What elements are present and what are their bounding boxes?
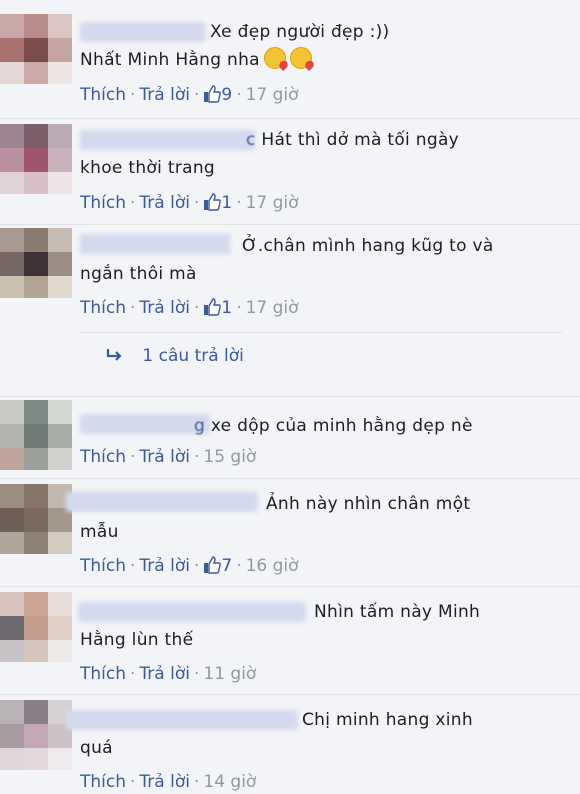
reply-link[interactable]: Trả lời: [139, 447, 190, 467]
comment-line: mẫu: [80, 522, 119, 542]
timestamp[interactable]: 14 giờ: [203, 772, 256, 792]
comment-actions: Thích · Trả lời · 15 giờ: [80, 447, 257, 467]
avatar[interactable]: [0, 700, 72, 770]
avatar[interactable]: [0, 14, 72, 84]
thumbs-up-icon[interactable]: [203, 193, 222, 211]
comment-text: Xe đẹp người đẹp :)) Nhất Minh Hằng nha: [80, 18, 560, 74]
reply-link[interactable]: Trả lời: [139, 85, 190, 105]
comment-text: c Hát thì dở mà tối ngày khoe thời trang: [80, 126, 560, 182]
comment-line: Nhất Minh Hằng nha: [80, 46, 560, 74]
reply-link[interactable]: Trả lời: [139, 556, 190, 576]
commenter-name-fragment[interactable]: c: [246, 130, 256, 150]
divider: [0, 586, 580, 587]
kiss-emoji-icon: [263, 47, 286, 69]
comment-feed: Xe đẹp người đẹp :)) Nhất Minh Hằng nha …: [0, 0, 580, 794]
avatar[interactable]: [0, 400, 72, 470]
divider: [0, 478, 580, 479]
like-count[interactable]: 1: [221, 193, 232, 213]
timestamp[interactable]: 17 giờ: [246, 85, 299, 105]
thumbs-up-icon[interactable]: [203, 556, 222, 574]
comment-text: Ở.chân mình hang kũg to và ngắn thôi mà: [80, 232, 560, 288]
comment-actions: Thích · Trả lời · 1 · 17 giờ: [80, 193, 299, 213]
reply-link[interactable]: Trả lời: [139, 298, 190, 318]
comment-actions: Thích · Trả lời · 7 · 16 giờ: [80, 556, 299, 576]
comment-line: Xe đẹp người đẹp :)): [210, 22, 390, 42]
timestamp[interactable]: 11 giờ: [203, 664, 256, 684]
avatar[interactable]: [0, 484, 72, 554]
reply-arrow-icon: [106, 349, 122, 361]
comment-text: g xe dộp của minh hằng dẹp nè: [80, 412, 560, 440]
thumbs-up-icon[interactable]: [203, 85, 222, 103]
reply-link[interactable]: Trả lời: [139, 664, 190, 684]
avatar[interactable]: [0, 228, 72, 298]
thumbs-up-icon[interactable]: [203, 298, 222, 316]
comment-line: Ở.chân mình hang kũg to và: [242, 236, 494, 256]
timestamp[interactable]: 17 giờ: [246, 298, 299, 318]
comment-line: khoe thời trang: [80, 158, 215, 178]
replies-count-label[interactable]: 1 câu trả lời: [142, 346, 244, 366]
divider: [0, 396, 580, 397]
like-link[interactable]: Thích: [80, 85, 126, 105]
comment-line: c Hát thì dở mà tối ngày: [246, 130, 460, 150]
like-count[interactable]: 1: [221, 298, 232, 318]
like-link[interactable]: Thích: [80, 556, 126, 576]
kiss-emoji-icon: [289, 47, 312, 69]
comment-line: Chị minh hang xinh: [302, 710, 473, 730]
divider: [0, 694, 580, 695]
avatar[interactable]: [0, 124, 72, 194]
comment-actions: Thích · Trả lời · 1 · 17 giờ: [80, 298, 299, 318]
like-link[interactable]: Thích: [80, 298, 126, 318]
like-count[interactable]: 9: [221, 85, 232, 105]
avatar[interactable]: [0, 592, 72, 662]
commenter-name-fragment[interactable]: g: [194, 416, 205, 436]
comment-text: Ảnh này nhìn chân một mẫu: [80, 490, 560, 546]
comment-actions: Thích · Trả lời · 11 giờ: [80, 664, 257, 684]
like-count[interactable]: 7: [221, 556, 232, 576]
view-replies-link[interactable]: 1 câu trả lời: [105, 346, 244, 366]
like-link[interactable]: Thích: [80, 193, 126, 213]
comment-line: ngắn thôi mà: [80, 264, 197, 284]
comment-line: Ảnh này nhìn chân một: [266, 494, 471, 514]
comment-actions: Thích · Trả lời · 14 giờ: [80, 772, 257, 792]
divider: [80, 332, 562, 333]
reply-link[interactable]: Trả lời: [139, 772, 190, 792]
comment-line: quá: [80, 738, 113, 758]
comment-line: Hằng lùn thế: [80, 630, 194, 650]
reply-link[interactable]: Trả lời: [139, 193, 190, 213]
like-link[interactable]: Thích: [80, 447, 126, 467]
divider: [0, 224, 580, 225]
timestamp[interactable]: 15 giờ: [203, 447, 256, 467]
comment-actions: Thích · Trả lời · 9 · 17 giờ: [80, 85, 299, 105]
comment-line: g xe dộp của minh hằng dẹp nè: [194, 416, 473, 436]
divider: [0, 118, 580, 119]
comment-text: Chị minh hang xinh quá: [80, 706, 560, 762]
comment-text: Nhìn tấm này Minh Hằng lùn thế: [80, 598, 560, 654]
comment-line: Nhìn tấm này Minh: [314, 602, 481, 622]
like-link[interactable]: Thích: [80, 664, 126, 684]
timestamp[interactable]: 16 giờ: [246, 556, 299, 576]
like-link[interactable]: Thích: [80, 772, 126, 792]
timestamp[interactable]: 17 giờ: [246, 193, 299, 213]
